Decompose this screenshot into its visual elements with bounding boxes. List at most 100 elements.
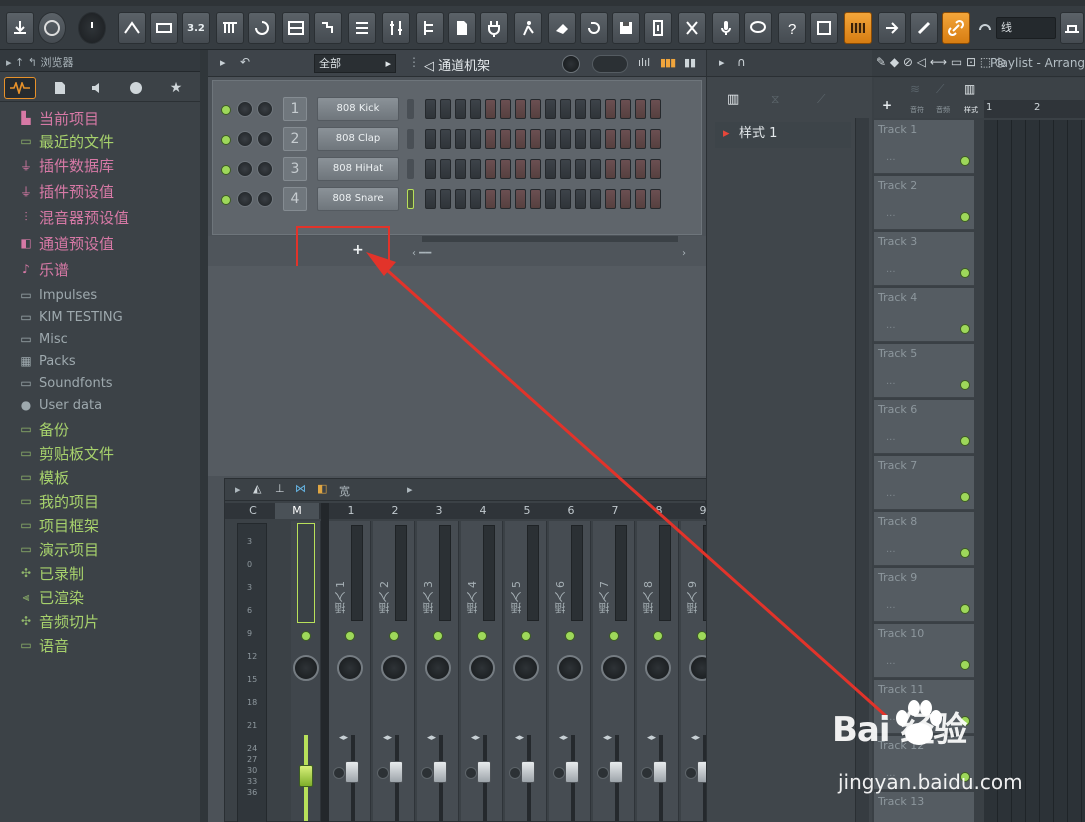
step-button[interactable]: [440, 99, 451, 119]
steps-view-icon[interactable]: ▮▮▮: [660, 56, 676, 69]
step-button[interactable]: [440, 159, 451, 179]
step-button[interactable]: [575, 159, 586, 179]
step-button[interactable]: [545, 189, 556, 209]
step-button[interactable]: [545, 159, 556, 179]
audio-clip-icon[interactable]: ≋: [910, 82, 920, 96]
insert-led[interactable]: [653, 631, 663, 641]
track-mute-led[interactable]: [960, 156, 970, 166]
channel-number[interactable]: 4: [283, 187, 307, 211]
link-button[interactable]: [942, 12, 970, 44]
step-button[interactable]: [635, 129, 646, 149]
step-button[interactable]: [500, 159, 511, 179]
step-button[interactable]: [425, 189, 436, 209]
step-button[interactable]: [590, 99, 601, 119]
insert-stereo-button[interactable]: [641, 767, 653, 779]
tab-project[interactable]: [46, 77, 74, 99]
channel-select-indicator[interactable]: [407, 159, 414, 179]
insert-led[interactable]: [345, 631, 355, 641]
step-button[interactable]: [560, 129, 571, 149]
step-button[interactable]: [485, 189, 496, 209]
layout-icon[interactable]: ◧: [317, 482, 327, 495]
step-button[interactable]: [590, 129, 601, 149]
step-button[interactable]: [620, 99, 631, 119]
step-button[interactable]: [440, 129, 451, 149]
playlist-track-header[interactable]: Track 4...: [874, 288, 974, 342]
browser-item[interactable]: ▙ 当前项目: [18, 107, 99, 129]
step-button[interactable]: [650, 99, 661, 119]
window-button[interactable]: [810, 12, 838, 44]
step-button[interactable]: [635, 99, 646, 119]
step-button[interactable]: [470, 99, 481, 119]
insert-led[interactable]: [389, 631, 399, 641]
track-mute-led[interactable]: [960, 492, 970, 502]
track-mute-led[interactable]: [960, 380, 970, 390]
mixer-button[interactable]: [382, 12, 410, 44]
step-button[interactable]: [515, 159, 526, 179]
step-button[interactable]: [575, 189, 586, 209]
insert-fader-cap[interactable]: [521, 761, 535, 783]
browser-item[interactable]: ● User data: [18, 394, 102, 416]
step-button[interactable]: [425, 129, 436, 149]
swap-arrows-icon[interactable]: ◂▸: [339, 733, 348, 743]
insert-fader-cap[interactable]: [345, 761, 359, 783]
insert-fader-cap[interactable]: [477, 761, 491, 783]
browser-nav-icons[interactable]: ▸ ↑ ↰: [6, 56, 40, 69]
step-button[interactable]: [605, 129, 616, 149]
pattern-item[interactable]: ▸ 样式 1: [715, 122, 851, 148]
playlist-track-header[interactable]: Track 5...: [874, 344, 974, 398]
tempo-button[interactable]: 3.2: [182, 12, 210, 44]
insert-stereo-button[interactable]: [509, 767, 521, 779]
channel-mute-led[interactable]: [221, 195, 231, 205]
step-button[interactable]: [575, 99, 586, 119]
download-button[interactable]: [6, 12, 34, 44]
record-audio-button[interactable]: [712, 12, 740, 44]
graph-icon[interactable]: ılıl: [638, 56, 650, 69]
step-button[interactable]: [485, 129, 496, 149]
channel-rack-button[interactable]: [348, 12, 376, 44]
step-button[interactable]: [515, 99, 526, 119]
step-button[interactable]: [530, 189, 541, 209]
channel-select-indicator[interactable]: [407, 189, 414, 209]
insert-pan-knob[interactable]: [381, 655, 407, 681]
swap-arrows-icon[interactable]: ◂▸: [515, 733, 524, 743]
step-button[interactable]: [590, 159, 601, 179]
insert-pan-knob[interactable]: [645, 655, 671, 681]
tab-online[interactable]: [122, 77, 150, 99]
step-button[interactable]: [425, 99, 436, 119]
insert-stereo-button[interactable]: [377, 767, 389, 779]
swap-arrows-icon[interactable]: ◂▸: [603, 733, 612, 743]
browser-item[interactable]: ▭ Impulses: [18, 284, 97, 306]
master-led[interactable]: [301, 631, 311, 641]
pin-icon[interactable]: ⊥: [275, 482, 285, 495]
step-button[interactable]: [530, 159, 541, 179]
step-button[interactable]: [605, 99, 616, 119]
browser-item[interactable]: ▭ 语音: [18, 634, 69, 656]
piano-roll-button[interactable]: [314, 12, 342, 44]
automation-icon[interactable]: ⧖: [771, 92, 779, 107]
help-man-button[interactable]: [514, 12, 542, 44]
step-edit-button[interactable]: [216, 12, 244, 44]
insert-stereo-button[interactable]: [597, 767, 609, 779]
master-volume-knob[interactable]: [78, 12, 106, 44]
insert-pan-knob[interactable]: [425, 655, 451, 681]
channel-volume-knob[interactable]: [257, 161, 273, 177]
snap-dropdown[interactable]: 线: [996, 17, 1056, 39]
scroll-left-icon[interactable]: ‹ ━━: [412, 248, 431, 259]
step-button[interactable]: [560, 189, 571, 209]
channel-number[interactable]: 3: [283, 157, 307, 181]
undo-button[interactable]: [580, 12, 608, 44]
browser-item[interactable]: ✣ 已录制: [18, 562, 84, 584]
step-button[interactable]: [650, 189, 661, 209]
step-button[interactable]: [620, 129, 631, 149]
step-button[interactable]: [560, 99, 571, 119]
swap-arrows-icon[interactable]: ◂▸: [471, 733, 480, 743]
pattern-clip-icon[interactable]: ▥: [964, 82, 975, 96]
track-mute-led[interactable]: [960, 324, 970, 334]
render-button[interactable]: [644, 12, 672, 44]
tab-plugins[interactable]: [84, 77, 112, 99]
browser-item[interactable]: ▭ 演示项目: [18, 538, 99, 560]
insert-pan-knob[interactable]: [337, 655, 363, 681]
channel-pan-knob[interactable]: [237, 161, 253, 177]
browser-item[interactable]: ▭ 备份: [18, 418, 69, 440]
step-button[interactable]: [455, 129, 466, 149]
